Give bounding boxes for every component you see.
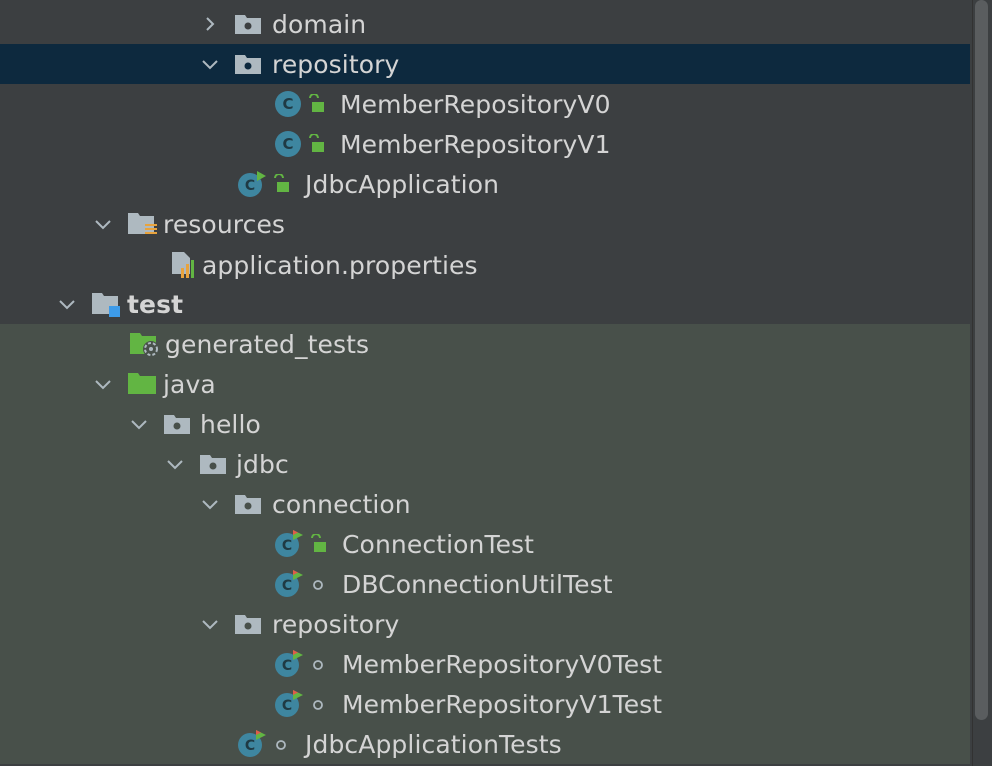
- node-label: repository: [272, 49, 400, 79]
- package-folder-icon: [199, 452, 227, 476]
- lock-icon: [308, 534, 328, 554]
- node-label: MemberRepositoryV1: [340, 129, 611, 159]
- test-folder-icon: [91, 290, 123, 318]
- package-private-dot-icon: [308, 694, 328, 714]
- package-private-dot-icon: [271, 734, 291, 754]
- node-label: MemberRepositoryV0Test: [342, 649, 663, 679]
- node-label: domain: [272, 9, 367, 39]
- tree-node-member-repository-v1[interactable]: C MemberRepositoryV1: [0, 124, 970, 164]
- resources-folder-icon: [127, 210, 159, 238]
- node-label: hello: [200, 409, 261, 439]
- node-label: resources: [163, 209, 286, 239]
- runnable-class-icon: C: [237, 170, 267, 198]
- tree-node-generated-tests[interactable]: generated_tests: [0, 324, 970, 364]
- svg-text:C: C: [282, 95, 293, 113]
- chevron-down-icon[interactable]: [127, 412, 151, 436]
- package-folder-icon: [234, 492, 262, 516]
- tree-node-repository-test[interactable]: repository: [0, 604, 970, 644]
- class-icon: C: [274, 130, 302, 158]
- package-private-dot-icon: [308, 654, 328, 674]
- tree-node-jdbc[interactable]: jdbc: [0, 444, 970, 484]
- package-folder-icon: [234, 12, 262, 36]
- tree-node-test[interactable]: test: [0, 284, 970, 324]
- chevron-down-icon[interactable]: [198, 612, 222, 636]
- node-label: test: [127, 289, 184, 319]
- generated-folder-icon: [129, 330, 161, 358]
- package-folder-icon: [234, 612, 262, 636]
- test-class-icon: C: [274, 569, 304, 599]
- node-label: MemberRepositoryV0: [340, 89, 611, 119]
- tree-node-member-repository-v1-test[interactable]: C MemberRepositoryV1Test: [0, 684, 970, 724]
- test-class-icon: C: [237, 729, 267, 759]
- tree-node-member-repository-v0-test[interactable]: C MemberRepositoryV0Test: [0, 644, 970, 684]
- node-label: java: [163, 369, 216, 399]
- tree-node-member-repository-v0[interactable]: C MemberRepositoryV0: [0, 84, 970, 124]
- node-label: generated_tests: [165, 329, 370, 359]
- tree-node-hello[interactable]: hello: [0, 404, 970, 444]
- node-label: DBConnectionUtilTest: [342, 569, 613, 599]
- tree-node-application-properties[interactable]: application.properties: [0, 245, 970, 285]
- node-label: connection: [272, 489, 411, 519]
- tree-node-connection[interactable]: connection: [0, 484, 970, 524]
- tree-node-connection-test[interactable]: C ConnectionTest: [0, 524, 970, 564]
- test-source-folder-icon: [127, 370, 159, 398]
- package-folder-icon: [234, 52, 262, 76]
- chevron-down-icon[interactable]: [198, 52, 222, 76]
- chevron-down-icon[interactable]: [55, 292, 79, 316]
- node-label: JdbcApplication: [305, 169, 500, 199]
- svg-text:C: C: [245, 178, 255, 194]
- node-label: jdbc: [236, 449, 289, 479]
- chevron-right-icon[interactable]: [198, 12, 222, 36]
- test-class-icon: C: [274, 689, 304, 719]
- svg-text:C: C: [282, 538, 292, 554]
- node-label: MemberRepositoryV1Test: [342, 689, 663, 719]
- chevron-down-icon[interactable]: [91, 372, 115, 396]
- class-icon: C: [274, 90, 302, 118]
- package-folder-icon: [163, 412, 191, 436]
- chevron-down-icon[interactable]: [163, 452, 187, 476]
- node-label: repository: [272, 609, 400, 639]
- tree-node-resources[interactable]: resources: [0, 204, 970, 244]
- svg-text:C: C: [282, 698, 292, 714]
- svg-text:C: C: [245, 738, 255, 754]
- test-class-icon: C: [274, 529, 304, 559]
- node-label: ConnectionTest: [342, 529, 535, 559]
- chevron-down-icon[interactable]: [198, 492, 222, 516]
- project-tree: domain repository C MemberRepositoryV0 C…: [0, 0, 970, 766]
- tree-node-db-connection-util-test[interactable]: C DBConnectionUtilTest: [0, 564, 970, 604]
- lock-icon: [306, 134, 326, 154]
- svg-text:C: C: [282, 578, 292, 594]
- vertical-scrollbar-thumb[interactable]: [975, 0, 988, 720]
- package-private-dot-icon: [308, 574, 328, 594]
- svg-text:C: C: [282, 135, 293, 153]
- svg-text:C: C: [282, 658, 292, 674]
- tree-node-jdbc-application[interactable]: C JdbcApplication: [0, 164, 970, 204]
- chevron-down-icon[interactable]: [91, 212, 115, 236]
- tree-node-java[interactable]: java: [0, 364, 970, 404]
- tree-node-jdbc-application-tests[interactable]: C JdbcApplicationTests: [0, 724, 970, 764]
- properties-file-icon: [168, 250, 198, 280]
- node-label: application.properties: [202, 250, 478, 280]
- lock-icon: [271, 174, 291, 194]
- tree-node-repository-main[interactable]: repository: [0, 44, 970, 84]
- lock-icon: [306, 94, 326, 114]
- test-class-icon: C: [274, 649, 304, 679]
- tree-node-domain[interactable]: domain: [0, 4, 970, 44]
- node-label: JdbcApplicationTests: [305, 729, 562, 759]
